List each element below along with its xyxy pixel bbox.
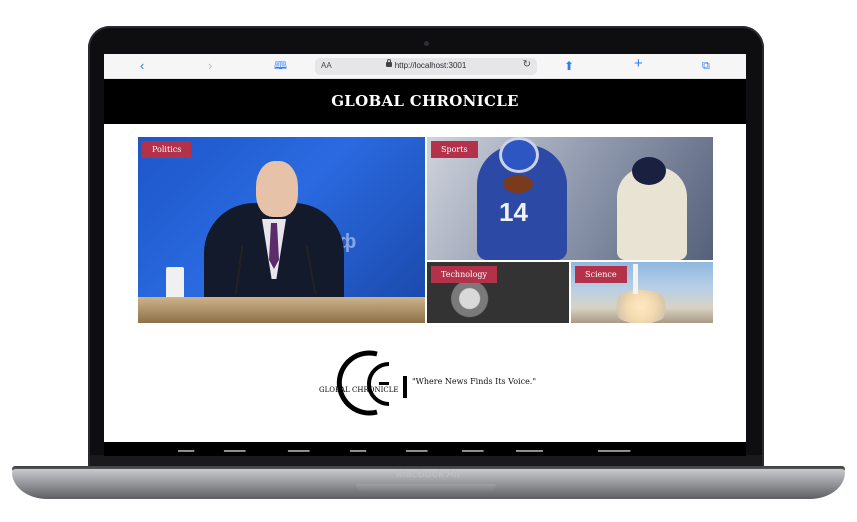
main-navigation: ▔▔▔ ▔▔▔▔ ▔▔▔▔ ▔▔▔ ▔▔▔▔ ▔▔▔▔ ▔▔▔▔▔ ▔▔▔▔▔▔ bbox=[104, 442, 746, 456]
hero-tile-sports[interactable]: 14 Sports bbox=[427, 137, 713, 260]
nav-item-clipped[interactable]: ▔▔▔▔ bbox=[288, 450, 310, 456]
lock-icon bbox=[385, 59, 392, 67]
nav-item-clipped[interactable]: ▔▔▔▔ bbox=[406, 450, 428, 456]
football bbox=[503, 175, 533, 193]
share-icon[interactable]: ⬆ bbox=[564, 58, 574, 74]
address-bar[interactable]: AA http://localhost:3001 ↻ bbox=[315, 58, 537, 75]
politics-figure-head bbox=[256, 161, 298, 217]
webcam bbox=[424, 41, 429, 46]
browser-toolbar: ‹ › 🕮 AA http://localhost:3001 ↻ ⬆ + ⧉ bbox=[104, 54, 746, 79]
nav-item-clipped[interactable]: ▔▔▔ bbox=[350, 450, 366, 456]
laptop-notch bbox=[356, 484, 496, 492]
jersey-number: 14 bbox=[499, 197, 528, 227]
browser-window: ‹ › 🕮 AA http://localhost:3001 ↻ ⬆ + ⧉ G… bbox=[104, 54, 746, 456]
category-tag-politics[interactable]: Politics bbox=[142, 141, 192, 158]
reload-icon[interactable]: ↻ bbox=[523, 59, 531, 70]
new-tab-icon[interactable]: + bbox=[634, 56, 643, 72]
site-title: GLOBAL CHRONICLE bbox=[104, 79, 746, 124]
nav-item-clipped[interactable]: ▔▔▔ bbox=[178, 450, 194, 456]
nav-item-clipped[interactable]: ▔▔▔▔▔ bbox=[516, 450, 543, 456]
sports-helmet-background bbox=[632, 157, 666, 185]
category-tag-science[interactable]: Science bbox=[575, 266, 627, 283]
site-tagline: "Where News Finds Its Voice." bbox=[412, 377, 537, 386]
rocket-smoke bbox=[611, 290, 671, 323]
sports-helmet bbox=[499, 137, 539, 173]
category-tag-technology[interactable]: Technology bbox=[431, 266, 498, 283]
hero-tile-politics[interactable]: П т.рф Politics bbox=[138, 137, 425, 323]
forward-icon[interactable]: › bbox=[208, 58, 212, 74]
bookmarks-icon[interactable]: 🕮 bbox=[274, 58, 287, 74]
desk bbox=[138, 297, 425, 323]
device-label: MacBook Air bbox=[395, 468, 462, 480]
url-display: http://localhost:3001 bbox=[315, 59, 537, 70]
category-tag-sports[interactable]: Sports bbox=[431, 141, 478, 158]
url-text: http://localhost:3001 bbox=[394, 61, 467, 70]
hero-tile-technology[interactable]: Technology bbox=[427, 262, 569, 323]
hero-grid: П т.рф Politics 14 Sports Technology bbox=[138, 137, 713, 323]
hero-tile-science[interactable]: Science bbox=[571, 262, 713, 323]
nav-item-clipped[interactable]: ▔▔▔▔ bbox=[462, 450, 484, 456]
rocket bbox=[633, 264, 638, 294]
nav-item-clipped[interactable]: ▔▔▔▔▔▔ bbox=[598, 450, 630, 456]
nav-item-clipped[interactable]: ▔▔▔▔ bbox=[224, 450, 246, 456]
back-icon[interactable]: ‹ bbox=[140, 58, 144, 74]
logo-text: GLOBAL CHRONICLE bbox=[319, 386, 399, 394]
tabs-icon[interactable]: ⧉ bbox=[702, 58, 710, 74]
